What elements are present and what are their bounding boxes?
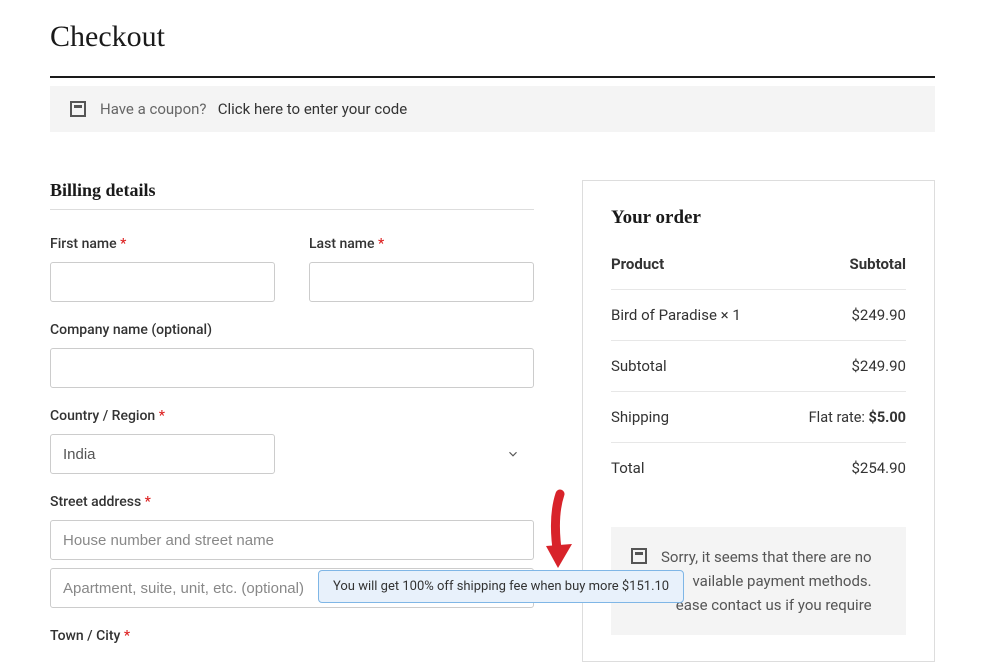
info-icon — [631, 548, 647, 564]
promo-badge: You will get 100% off shipping fee when … — [318, 570, 684, 603]
last-name-label: Last name * — [309, 236, 534, 252]
order-item-price: $249.90 — [851, 306, 906, 324]
last-name-input[interactable] — [309, 262, 534, 302]
order-title: Your order — [611, 207, 906, 229]
order-shipping-amount: $5.00 — [869, 409, 906, 426]
order-item-row: Bird of Paradise × 1 $249.90 — [611, 290, 906, 341]
order-total-value: $254.90 — [851, 459, 906, 477]
order-shipping-label: Shipping — [611, 408, 669, 426]
company-input[interactable] — [50, 348, 534, 388]
billing-divider — [50, 209, 534, 210]
order-shipping-prefix: Flat rate: — [809, 409, 865, 426]
order-total-label: Total — [611, 459, 645, 477]
order-shipping-row: Shipping Flat rate: $5.00 — [611, 392, 906, 443]
town-label: Town / City * — [50, 628, 534, 644]
page-title: Checkout — [50, 20, 935, 54]
order-head-product: Product — [611, 255, 664, 273]
billing-title: Billing details — [50, 180, 534, 201]
first-name-input[interactable] — [50, 262, 275, 302]
order-header-row: Product Subtotal — [611, 255, 906, 290]
order-head-subtotal: Subtotal — [850, 255, 907, 273]
order-subtotal-label: Subtotal — [611, 357, 667, 375]
order-subtotal-row: Subtotal $249.90 — [611, 341, 906, 392]
coupon-prompt: Have a coupon? — [100, 100, 207, 118]
payment-notice-text-1: Sorry, it seems that there are no — [661, 545, 872, 569]
payment-notice-text-2: vailable payment methods. — [661, 569, 872, 593]
country-select[interactable] — [50, 434, 275, 474]
first-name-label: First name * — [50, 236, 275, 252]
divider — [50, 76, 935, 78]
payment-notice-text-3: ease contact us if you require — [661, 593, 872, 617]
coupon-icon — [70, 101, 86, 117]
chevron-down-icon — [506, 447, 520, 461]
country-label: Country / Region * — [50, 408, 534, 424]
coupon-link[interactable]: Click here to enter your code — [218, 100, 407, 118]
street-input-1[interactable] — [50, 520, 534, 560]
company-label: Company name (optional) — [50, 322, 534, 338]
order-item-name: Bird of Paradise × 1 — [611, 306, 741, 324]
order-subtotal-value: $249.90 — [851, 357, 906, 375]
coupon-bar: Have a coupon? Click here to enter your … — [50, 86, 935, 132]
street-label: Street address * — [50, 494, 534, 510]
order-total-row: Total $254.90 — [611, 443, 906, 493]
